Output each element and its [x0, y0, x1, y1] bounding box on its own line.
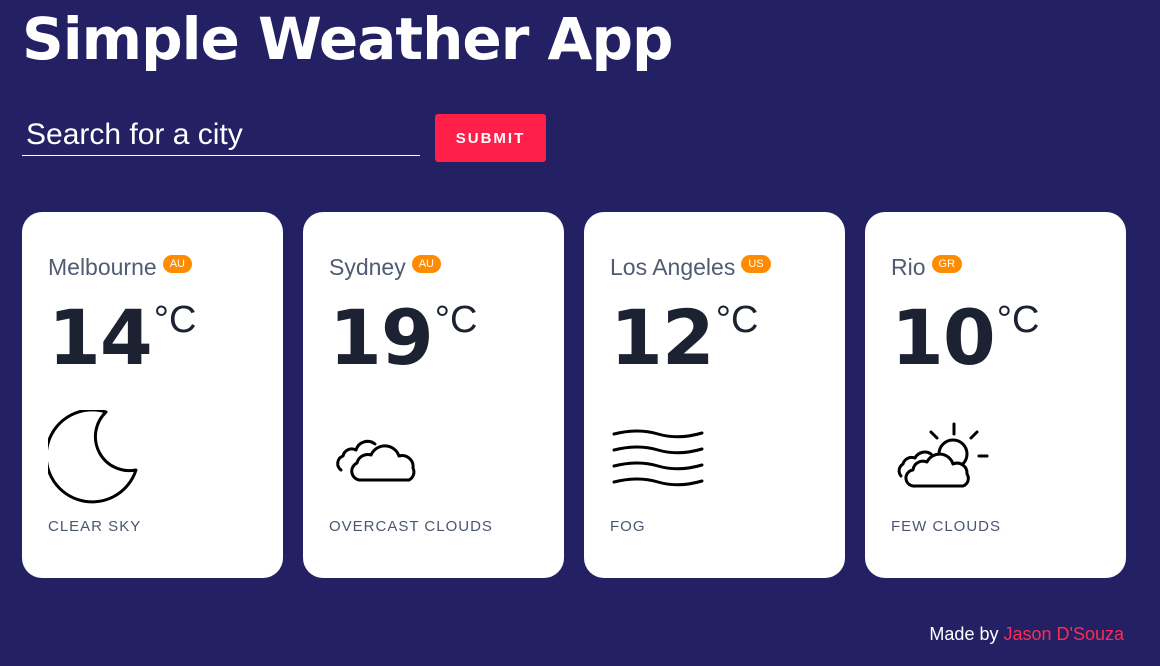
temperature: 14 °C: [48, 298, 257, 378]
country-badge: AU: [162, 255, 192, 273]
clouds-icon: [329, 410, 429, 510]
footer-credit: Made by Jason D'Souza: [929, 624, 1124, 645]
temperature-unit: °C: [715, 299, 759, 341]
city-header: Los Angeles US: [610, 252, 819, 282]
city-name: Los Angeles: [610, 254, 736, 280]
city-name: Melbourne: [48, 254, 157, 280]
temperature-unit: °C: [996, 299, 1040, 341]
city-card-sydney: Sydney AU 19 °C OVERCAST CLOUDS: [303, 212, 564, 578]
submit-button[interactable]: SUBMIT: [435, 114, 546, 162]
sun-behind-clouds-icon: [891, 410, 991, 510]
city-name: Sydney: [329, 254, 406, 280]
city-header: Rio GR: [891, 252, 1100, 282]
temperature-value: 19: [329, 293, 434, 382]
temperature: 10 °C: [891, 298, 1100, 378]
weather-condition: FEW CLOUDS: [891, 518, 1002, 535]
temperature-unit: °C: [153, 299, 197, 341]
search-input[interactable]: [22, 114, 420, 156]
fog-icon: [610, 410, 710, 510]
search-form: SUBMIT: [22, 114, 546, 162]
city-header: Melbourne AU: [48, 252, 257, 282]
author-link[interactable]: Jason D'Souza: [1003, 624, 1124, 644]
city-list: Melbourne AU 14 °C CLEAR SKY Sydney AU 1…: [22, 212, 1126, 578]
country-badge: GR: [931, 255, 963, 273]
temperature: 12 °C: [610, 298, 819, 378]
city-name: Rio: [891, 254, 926, 280]
temperature-unit: °C: [434, 299, 478, 341]
city-header: Sydney AU: [329, 252, 538, 282]
temperature-value: 10: [891, 293, 996, 382]
city-card-rio: Rio GR 10 °C FEW CLOUDS: [865, 212, 1126, 578]
temperature-value: 12: [610, 293, 715, 382]
footer-prefix: Made by: [929, 624, 999, 644]
moon-icon: [48, 410, 148, 510]
weather-condition: OVERCAST CLOUDS: [329, 518, 493, 535]
country-badge: AU: [411, 255, 441, 273]
city-card-los-angeles: Los Angeles US 12 °C FOG: [584, 212, 845, 578]
weather-condition: FOG: [610, 518, 646, 535]
temperature: 19 °C: [329, 298, 538, 378]
temperature-value: 14: [48, 293, 153, 382]
country-badge: US: [741, 255, 771, 273]
app-title: Simple Weather App: [22, 5, 673, 73]
city-card-melbourne: Melbourne AU 14 °C CLEAR SKY: [22, 212, 283, 578]
weather-condition: CLEAR SKY: [48, 518, 142, 535]
